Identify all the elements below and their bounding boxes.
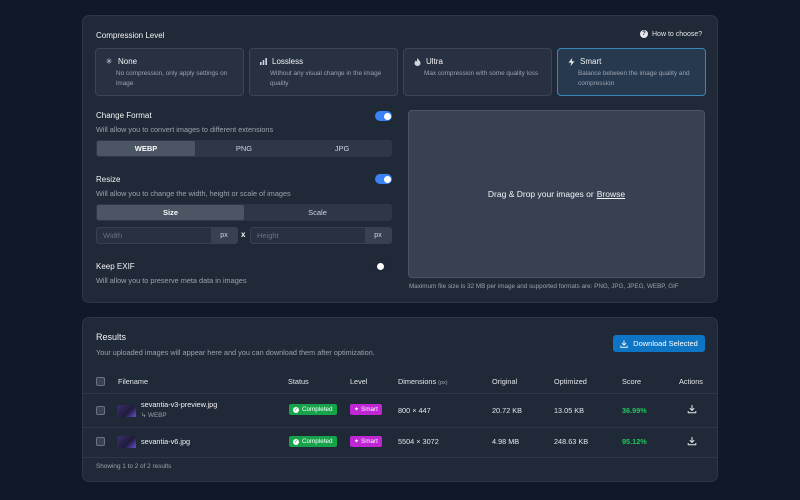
height-unit: px bbox=[365, 228, 391, 243]
dropzone-text: Drag & Drop your images or bbox=[487, 189, 594, 199]
sparkle-icon: ✦ bbox=[354, 439, 360, 445]
results-description: Your uploaded images will appear here an… bbox=[96, 348, 375, 357]
keep-exif-toggle[interactable] bbox=[375, 261, 392, 271]
row-checkbox[interactable] bbox=[96, 437, 105, 446]
original-size: 20.72 KB bbox=[492, 406, 523, 415]
column-header-score[interactable]: Score bbox=[622, 377, 641, 386]
change-format-description: Will allow you to convert images to diff… bbox=[96, 125, 274, 134]
bolt-icon bbox=[567, 57, 575, 66]
level-description: Max compression with some quality loss bbox=[424, 70, 539, 77]
optimized-size: 248.63 KB bbox=[554, 437, 589, 446]
level-description: Without any visual change in the image q… bbox=[270, 70, 382, 87]
level-name: Smart bbox=[580, 57, 602, 66]
width-unit: px bbox=[211, 228, 237, 243]
results-card: Results Your uploaded images will appear… bbox=[82, 317, 718, 482]
original-size: 4.98 MB bbox=[492, 437, 520, 446]
image-thumbnail bbox=[117, 436, 136, 448]
upload-limits-note: Maximum file size is 32 MB per image and… bbox=[409, 283, 679, 290]
level-card-none[interactable]: ✳ None No compression, only apply setting… bbox=[95, 48, 244, 96]
change-format-title: Change Format bbox=[96, 111, 152, 120]
check-icon: ✓ bbox=[293, 438, 299, 445]
width-input[interactable] bbox=[97, 228, 211, 243]
height-input-group: px bbox=[250, 227, 392, 244]
bars-icon bbox=[259, 58, 267, 66]
score: 95.12% bbox=[622, 437, 647, 446]
level-name: None bbox=[118, 57, 138, 66]
dimensions: 5504 × 3072 bbox=[398, 437, 439, 446]
image-thumbnail bbox=[117, 405, 136, 417]
column-header-dimensions[interactable]: Dimensions (px) bbox=[398, 377, 448, 386]
pagination-summary: Showing 1 to 2 of 2 results bbox=[96, 463, 172, 470]
browse-link[interactable]: Browse bbox=[597, 189, 625, 199]
filename: sevantia-v6.jpg bbox=[141, 437, 191, 446]
column-header-original[interactable]: Original bbox=[492, 377, 517, 386]
filename: sevantia-v3-preview.jpg bbox=[141, 400, 218, 409]
compression-level-title: Compression Level bbox=[96, 31, 165, 40]
column-header-filename[interactable]: Filename bbox=[118, 377, 148, 386]
format-option-png[interactable]: PNG bbox=[195, 141, 293, 156]
format-option-webp[interactable]: WEBP bbox=[97, 141, 195, 156]
resize-mode-selector: Size Scale bbox=[96, 204, 392, 221]
level-card-lossless[interactable]: Lossless Without any visual change in th… bbox=[249, 48, 398, 96]
level-card-smart[interactable]: Smart Balance between the image quality … bbox=[557, 48, 706, 96]
level-name: Ultra bbox=[426, 57, 443, 66]
level-card-ultra[interactable]: Ultra Max compression with some quality … bbox=[403, 48, 552, 96]
dimensions: 800 × 447 bbox=[398, 406, 431, 415]
resize-description: Will allow you to change the width, heig… bbox=[96, 189, 291, 198]
column-header-status[interactable]: Status bbox=[288, 377, 309, 386]
table-divider bbox=[83, 393, 717, 394]
flame-icon bbox=[413, 57, 421, 66]
change-format-toggle[interactable] bbox=[375, 111, 392, 121]
optimized-size: 13.05 KB bbox=[554, 406, 585, 415]
dimensions-unit: (px) bbox=[438, 380, 448, 386]
score: 36.99% bbox=[622, 406, 647, 415]
level-badge: ✦ Smart bbox=[350, 436, 382, 447]
resize-toggle[interactable] bbox=[375, 174, 392, 184]
keep-exif-title: Keep EXIF bbox=[96, 262, 135, 271]
help-icon: ? bbox=[640, 30, 648, 38]
width-input-group: px bbox=[96, 227, 238, 244]
select-all-checkbox[interactable] bbox=[96, 377, 105, 386]
return-arrow-icon: ↳ bbox=[141, 412, 147, 419]
level-name: Lossless bbox=[272, 57, 304, 66]
format-option-jpg[interactable]: JPG bbox=[293, 141, 391, 156]
column-header-optimized[interactable]: Optimized bbox=[554, 377, 587, 386]
table-divider bbox=[83, 427, 717, 428]
sparkle-icon: ✦ bbox=[354, 407, 360, 413]
resize-mode-scale[interactable]: Scale bbox=[244, 205, 391, 220]
download-selected-button[interactable]: Download Selected bbox=[613, 335, 705, 352]
format-selector: WEBP PNG JPG bbox=[96, 140, 392, 157]
column-header-level[interactable]: Level bbox=[350, 377, 367, 386]
converted-format: ↳ WEBP bbox=[141, 412, 167, 419]
results-title: Results bbox=[96, 332, 127, 342]
level-description: Balance between the image quality and co… bbox=[578, 70, 690, 87]
column-header-actions: Actions bbox=[679, 377, 703, 386]
level-description: No compression, only apply settings on i… bbox=[116, 70, 228, 87]
dimension-separator: x bbox=[241, 230, 246, 239]
height-input[interactable] bbox=[251, 228, 365, 243]
table-divider bbox=[83, 457, 717, 458]
download-icon[interactable] bbox=[687, 436, 697, 446]
how-to-choose-link[interactable]: ? How to choose? bbox=[640, 30, 702, 38]
status-badge: ✓ Completed bbox=[289, 404, 338, 415]
compression-settings-card: Compression Level ? How to choose? ✳ None… bbox=[82, 15, 718, 303]
check-icon: ✓ bbox=[293, 406, 299, 413]
asterisk-icon: ✳ bbox=[105, 57, 113, 66]
level-badge: ✦ Smart bbox=[350, 404, 382, 415]
status-badge: ✓ Completed bbox=[289, 436, 338, 447]
keep-exif-description: Will allow you to preserve meta data in … bbox=[96, 276, 247, 285]
resize-mode-size[interactable]: Size bbox=[97, 205, 244, 220]
download-icon[interactable] bbox=[687, 404, 697, 414]
image-dropzone[interactable]: Drag & Drop your images or Browse bbox=[408, 110, 705, 278]
download-icon bbox=[620, 340, 628, 348]
resize-title: Resize bbox=[96, 175, 121, 184]
row-checkbox[interactable] bbox=[96, 406, 105, 415]
